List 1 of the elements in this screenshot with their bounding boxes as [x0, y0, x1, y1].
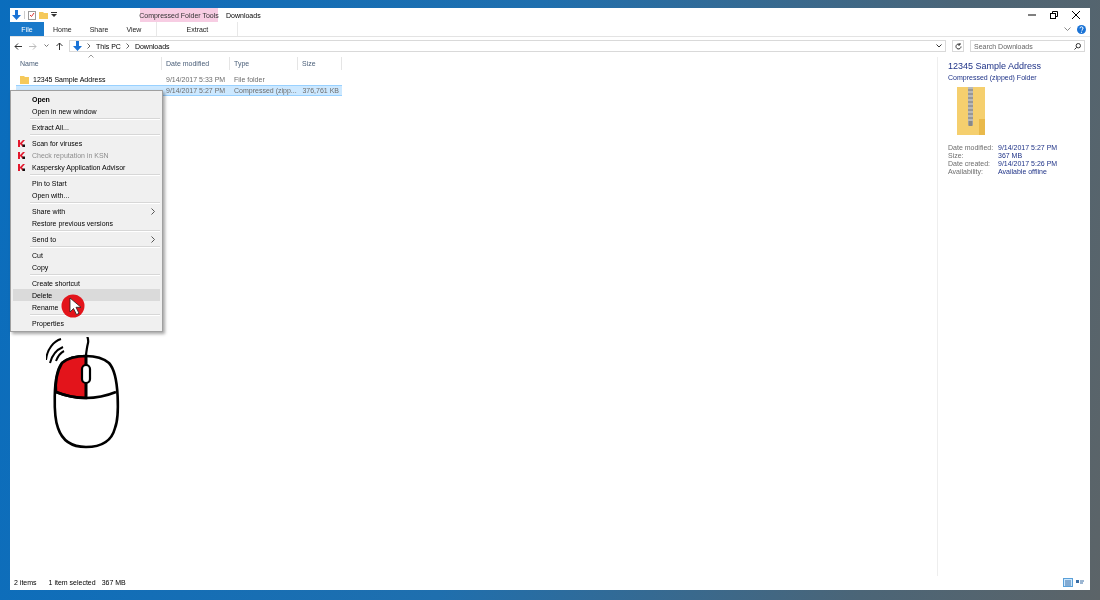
details-title: 12345 Sample Address [948, 61, 1043, 71]
